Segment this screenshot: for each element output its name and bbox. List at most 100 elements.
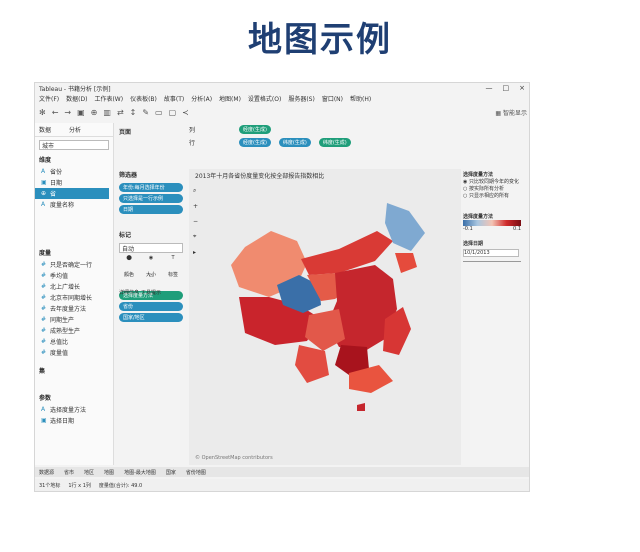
sheet-tab[interactable]: 省市 <box>64 469 74 476</box>
data-pane: 数据 分析 城市 维度 A 省份 ▣ 日期 ⊕ 省 A 度量名称 度量 # 只是否确定一行… <box>35 123 114 465</box>
highlight-icon[interactable]: ✎ <box>142 108 149 117</box>
measure-item[interactable]: # 同期生产 <box>35 314 113 325</box>
dimension-label: 日期 <box>50 180 63 187</box>
dimension-label: 省份 <box>50 169 63 176</box>
sheet-tabs: 数据源 省市 地区 地图 地图-最大地图 国家 省份地图 <box>35 467 529 477</box>
detail-button[interactable]: ⋯详细信息 <box>119 273 139 296</box>
datasource-select[interactable]: 城市 <box>39 140 109 150</box>
map-view[interactable]: 2013年十月各省份度量变化按全部报告指数相比 ⌕ + − ⌖ ▸ © Open… <box>189 169 461 465</box>
menu-worksheet[interactable]: 工作表(W) <box>94 94 123 103</box>
measure-item[interactable]: # 季均值 <box>35 270 113 281</box>
tableau-logo-icon[interactable]: ✻ <box>39 108 46 117</box>
dimension-item[interactable]: A 度量名称 <box>35 199 113 210</box>
fit-icon[interactable]: ▭ <box>155 108 163 117</box>
measure-item[interactable]: # 总值比 <box>35 336 113 347</box>
measure-item[interactable]: # 只是否确定一行 <box>35 259 113 270</box>
measure-item[interactable]: # 去年度量方法 <box>35 303 113 314</box>
rows-shelf[interactable]: 行 经度(生成) 纬度(生成) 纬度(生成) <box>189 136 529 149</box>
menu-window[interactable]: 窗口(N) <box>322 94 343 103</box>
mark-type-select[interactable]: 自动 <box>119 243 183 253</box>
pages-dropzone[interactable] <box>117 138 185 164</box>
marks-pill[interactable]: 省份 <box>119 302 183 311</box>
status-bar: 31个地标 1行 x 1列 度量值(合计): 49.0 <box>35 479 529 491</box>
rows-label: 行 <box>189 140 196 147</box>
menu-help[interactable]: 帮助(H) <box>350 94 371 103</box>
sheet-tab[interactable]: 地图 <box>104 469 114 476</box>
columns-shelf[interactable]: 列 经度(生成) <box>189 123 529 136</box>
filter-pill[interactable]: 只选择是一行示例 <box>119 194 183 203</box>
parameter-item[interactable]: A 选择度量方法 <box>35 404 113 415</box>
pages-title: 页面 <box>119 129 132 136</box>
present-icon[interactable]: ▢ <box>169 108 177 117</box>
dimension-item[interactable]: ▣ 日期 <box>35 177 113 188</box>
menu-map[interactable]: 地图(M) <box>219 94 241 103</box>
parameter-label: 选择度量方法 <box>50 407 87 414</box>
menu-format[interactable]: 设置格式(O) <box>248 94 281 103</box>
label-button[interactable]: T 标签 <box>163 255 183 278</box>
chart-icon[interactable]: ▥ <box>103 108 111 117</box>
param1-option[interactable]: ○ 只显示相应的所有 <box>463 192 527 199</box>
sort-icon[interactable]: ↕ <box>130 108 137 117</box>
maximize-button[interactable]: □ <box>503 84 510 92</box>
show-me-button[interactable]: ▦ 智能显示 <box>495 108 527 117</box>
menu-server[interactable]: 服务器(S) <box>288 94 315 103</box>
string-icon: A <box>41 168 46 175</box>
filter-pill[interactable]: 日期 <box>119 205 183 214</box>
rows-pill[interactable]: 经度(生成) <box>239 138 271 147</box>
tab-analytics[interactable]: 分析 <box>69 125 81 134</box>
param1-option[interactable]: ○ 按实际所有分析 <box>463 185 527 192</box>
filter-pill[interactable]: 年份:每月选择年份 <box>119 183 183 192</box>
save-icon[interactable]: ▣ <box>77 108 85 117</box>
measure-icon: # <box>41 261 47 268</box>
menu-file[interactable]: 文件(F) <box>39 94 59 103</box>
measure-item[interactable]: # 成熟型生产 <box>35 325 113 336</box>
geo-icon: ⊕ <box>41 190 47 197</box>
minimize-button[interactable]: — <box>486 84 493 92</box>
status-sum: 度量值(合计): 49.0 <box>98 482 143 489</box>
tab-datasource[interactable]: 数据源 <box>39 469 54 476</box>
measure-item[interactable]: # 度量值 <box>35 347 113 358</box>
legend-min: -0.1 <box>463 226 473 232</box>
marks-pill[interactable]: 选择度量方法 <box>119 291 183 300</box>
menu-dashboard[interactable]: 仪表板(B) <box>130 94 157 103</box>
menu-story[interactable]: 故事(T) <box>164 94 184 103</box>
measure-item[interactable]: # 北上广增长 <box>35 281 113 292</box>
window-title: Tableau - 书籍分析 [示例] <box>39 85 111 93</box>
menu-data[interactable]: 数据(D) <box>66 94 87 103</box>
measure-icon: # <box>41 338 47 345</box>
undo-icon[interactable]: ← <box>52 108 59 117</box>
tooltip-icon: ▭ <box>148 273 154 279</box>
new-datasource-icon[interactable]: ⊕ <box>91 108 98 117</box>
marks-pill[interactable]: 国家/地区 <box>119 313 183 322</box>
size-button[interactable]: ◉ 大小 <box>141 255 161 278</box>
color-button[interactable]: ⬤ 颜色 <box>119 255 139 278</box>
date-slider[interactable] <box>463 261 521 262</box>
sheet-tab-active[interactable]: 地图-最大地图 <box>124 469 156 476</box>
measure-icon: # <box>41 294 47 301</box>
sheet-tab[interactable]: 国家 <box>166 469 176 476</box>
close-button[interactable]: × <box>519 84 525 92</box>
sheet-tab[interactable]: 地区 <box>84 469 94 476</box>
parameter-item[interactable]: ▣ 选择日期 <box>35 415 113 426</box>
swap-icon[interactable]: ⇄ <box>117 108 124 117</box>
measure-icon: # <box>41 327 47 334</box>
measure-label: 总值比 <box>50 339 69 346</box>
filters-card: 筛选器 年份:每月选择年份 只选择是一行示例 日期 <box>117 168 185 214</box>
tooltip-button[interactable]: ▭工具提示 <box>141 273 161 296</box>
redo-icon[interactable]: → <box>64 108 71 117</box>
share-icon[interactable]: ≺ <box>182 108 189 117</box>
dimension-item-selected[interactable]: ⊕ 省 <box>35 188 109 199</box>
dimension-item[interactable]: A 省份 <box>35 166 113 177</box>
measure-item[interactable]: # 北京市同期增长 <box>35 292 113 303</box>
tab-data[interactable]: 数据 <box>39 125 51 134</box>
rows-pill[interactable]: 纬度(生成) <box>318 138 351 147</box>
columns-pill[interactable]: 经度(生成) <box>239 125 271 134</box>
sheet-tab[interactable]: 省份地图 <box>186 469 206 476</box>
date-input[interactable]: 10/1/2013 <box>463 249 519 257</box>
param1-option[interactable]: ◉ 只比较同期今年的变化 <box>463 178 527 185</box>
date-title: 选择日期 <box>463 241 484 247</box>
slide-title: 地图示例 <box>248 20 392 60</box>
rows-pill[interactable]: 纬度(生成) <box>278 138 311 147</box>
region-northeast-1 <box>385 203 425 251</box>
menu-analysis[interactable]: 分析(A) <box>191 94 212 103</box>
